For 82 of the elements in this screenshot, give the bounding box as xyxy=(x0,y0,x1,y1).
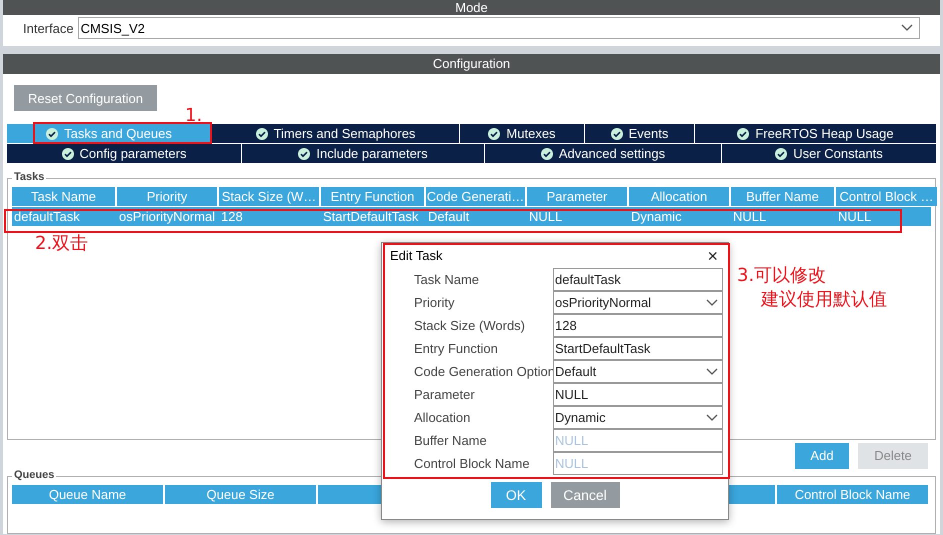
field-label: Control Block Name xyxy=(414,455,531,473)
tab[interactable]: Timers and Semaphores xyxy=(212,124,459,143)
annotation-text: 3.可以修改 建议使用默认值 xyxy=(737,264,887,312)
tab[interactable]: FreeRTOS Heap Usage xyxy=(695,124,936,143)
column-header[interactable]: Priority xyxy=(117,187,217,206)
tab-label: Mutexes xyxy=(506,126,556,141)
section-header: Configuration xyxy=(3,54,940,74)
check-circle-icon xyxy=(775,148,788,160)
input-field[interactable]: defaultTask xyxy=(553,268,723,291)
column-header[interactable]: Control Block Name xyxy=(777,485,928,504)
group-title: Queues xyxy=(12,469,56,482)
column-header[interactable]: Entry Function xyxy=(321,187,424,206)
reset-button[interactable]: Reset Configuration xyxy=(14,85,157,111)
chevron-down-icon xyxy=(706,414,718,422)
chevron-down-icon xyxy=(706,298,718,306)
table-cell-text: Default xyxy=(427,208,470,226)
tab[interactable]: Tasks and Queues xyxy=(7,124,211,143)
input-field[interactable]: NULL xyxy=(553,383,723,406)
interface-select[interactable]: CMSIS_V2 xyxy=(78,17,920,39)
dropdown-field[interactable]: Default xyxy=(553,360,723,383)
column-header[interactable]: Buffer Name xyxy=(731,187,834,206)
tab-label: User Constants xyxy=(793,146,883,161)
tab-label: Events xyxy=(628,126,668,141)
dropdown-field[interactable]: osPriorityNormal xyxy=(553,291,723,314)
column-header[interactable]: Allocation xyxy=(629,187,729,206)
tab-label: Config parameters xyxy=(80,146,186,161)
tab-label: Timers and Semaphores xyxy=(274,126,416,141)
column-header[interactable]: Queue Name xyxy=(12,485,163,504)
column-header[interactable]: Queue Size xyxy=(165,485,316,504)
input-field[interactable]: StartDefaultTask xyxy=(553,337,723,360)
tab-label: FreeRTOS Heap Usage xyxy=(755,126,894,141)
table-cell-text: NULL xyxy=(732,208,768,226)
check-circle-icon xyxy=(737,128,750,140)
ok-button[interactable]: OK xyxy=(490,482,542,508)
tab-label: Advanced settings xyxy=(558,146,666,161)
field-label: Stack Size (Words) xyxy=(414,317,526,335)
dropdown-field[interactable]: Dynamic xyxy=(553,406,723,429)
dialog-title: Edit Task xyxy=(390,248,443,263)
field-label: Interface xyxy=(23,20,74,36)
tab[interactable]: User Constants xyxy=(722,144,936,163)
tab[interactable]: Events xyxy=(585,124,694,143)
check-circle-icon xyxy=(610,128,623,140)
field-label: Task Name xyxy=(414,271,480,289)
field-label: Priority xyxy=(414,294,456,312)
section-header: Mode xyxy=(3,0,940,15)
chevron-down-icon xyxy=(706,368,718,376)
tab-label: Tasks and Queues xyxy=(64,126,172,141)
add-button[interactable]: Add xyxy=(795,442,849,469)
table-cell-text: defaultTask xyxy=(13,208,81,226)
tab[interactable]: Advanced settings xyxy=(485,144,721,163)
tab[interactable]: Config parameters xyxy=(7,144,241,163)
annotation-text: 2.双击 xyxy=(35,232,88,256)
column-header[interactable]: Parameter xyxy=(527,187,627,206)
cancel-button[interactable]: Cancel xyxy=(550,482,620,508)
check-circle-icon xyxy=(540,148,553,160)
table-row[interactable]: defaultTask osPriorityNormal 128 StartDefaultTask Default NULL Dynamic NULL NULL xyxy=(12,207,931,226)
field-label: Allocation xyxy=(414,409,472,427)
check-circle-icon xyxy=(488,128,500,140)
group-title: Tasks xyxy=(12,171,46,183)
table-cell-text: StartDefaultTask xyxy=(322,208,420,226)
chevron-down-icon xyxy=(901,24,913,32)
column-header[interactable]: Task Name xyxy=(12,187,115,206)
check-circle-icon xyxy=(298,148,310,160)
field-label: Parameter xyxy=(414,386,476,404)
table-cell-text: NULL xyxy=(837,208,872,226)
field-label: Entry Function xyxy=(414,340,499,358)
column-header[interactable]: Code Generati… xyxy=(426,187,525,206)
column-header[interactable]: Stack Size (W… xyxy=(219,187,319,206)
table-cell-text: Dynamic xyxy=(630,208,683,226)
tab[interactable]: Mutexes xyxy=(460,124,584,143)
close-button[interactable]: × xyxy=(707,248,718,264)
check-circle-icon xyxy=(256,128,268,140)
table-cell-text: osPriorityNormal xyxy=(118,208,216,226)
table-cell-text: 128 xyxy=(220,208,244,226)
tab[interactable]: Include parameters xyxy=(242,144,484,163)
check-circle-icon xyxy=(46,128,58,140)
input-field[interactable]: 128 xyxy=(553,314,723,337)
tab-label: Include parameters xyxy=(316,146,428,161)
field-label: Buffer Name xyxy=(414,432,488,450)
check-circle-icon xyxy=(62,148,74,160)
table-cell-text: NULL xyxy=(528,208,564,226)
column-header[interactable]: Control Block … xyxy=(836,187,937,206)
